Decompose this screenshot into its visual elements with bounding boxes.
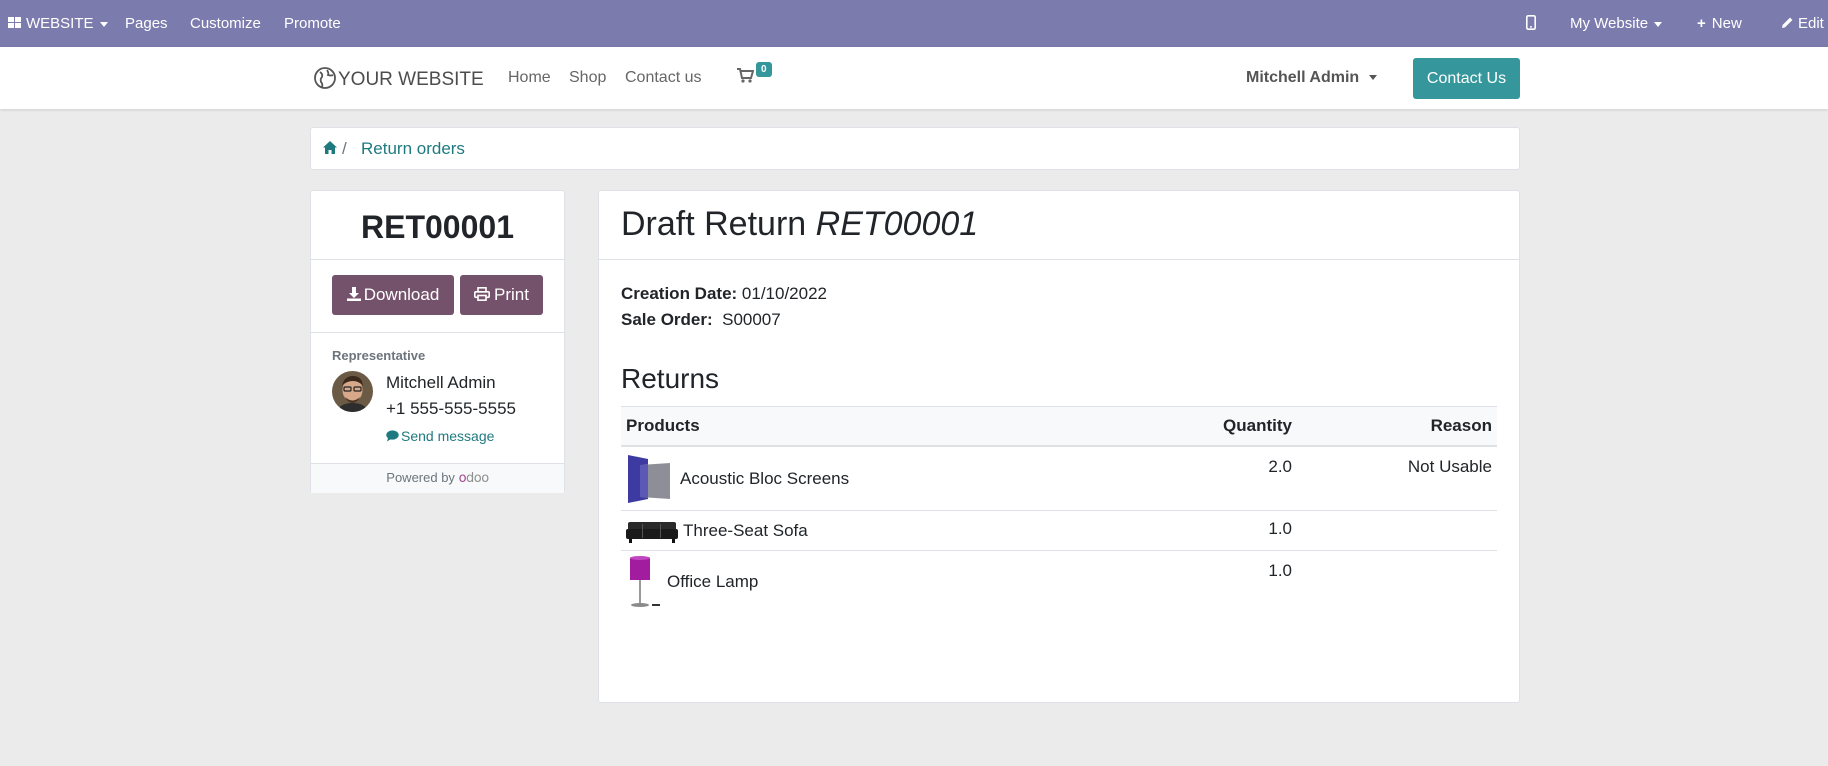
mobile-preview-button[interactable] [1526, 0, 1536, 47]
breadcrumb-return-orders[interactable]: Return orders [361, 139, 465, 159]
print-label: Print [494, 285, 529, 304]
representative-name: Mitchell Admin [386, 373, 496, 392]
quantity-cell: 2.0 [1137, 446, 1297, 511]
logo-text: YOUR WEBSITE [338, 69, 484, 90]
contact-us-button[interactable]: Contact Us [1413, 58, 1520, 99]
reason-cell [1297, 551, 1497, 614]
cart-icon [737, 68, 755, 83]
edit-button[interactable]: Edit [1781, 0, 1824, 47]
quantity-cell: 1.0 [1137, 510, 1297, 551]
chevron-down-icon [99, 21, 108, 27]
reason-cell: Not Usable [1297, 446, 1497, 511]
printer-icon [474, 287, 491, 301]
creation-date-row: Creation Date: 01/10/2022 [621, 284, 827, 304]
send-message-label: Send message [401, 428, 495, 444]
title-status: Draft Return [621, 205, 807, 243]
returns-table: Products Quantity Reason Acoustic Bloc S… [621, 406, 1497, 613]
comment-icon [386, 430, 399, 442]
new-label: New [1711, 15, 1742, 32]
product-name: Acoustic Bloc Screens [680, 468, 850, 488]
powered-by-label: Powered by [386, 470, 455, 485]
quantity-cell: 1.0 [1268, 561, 1292, 580]
return-detail-card: Draft Return RET00001 Creation Date: 01/… [598, 190, 1520, 703]
title-reference: RET00001 [815, 205, 979, 243]
divider [311, 332, 564, 333]
apps-grid-icon [8, 17, 22, 29]
product-cell: Three-Seat Sofa [621, 510, 1137, 551]
nav-shop[interactable]: Shop [569, 69, 606, 87]
divider [311, 259, 564, 260]
download-icon [346, 287, 361, 301]
page-title: Draft Return RET00001 [621, 205, 978, 244]
returns-heading: Returns [621, 363, 720, 394]
pencil-icon [1782, 17, 1793, 28]
product-name: Office Lamp [667, 572, 759, 591]
table-row: Acoustic Bloc Screens 2.0 Not Usable [621, 446, 1497, 511]
product-cell: Office Lamp [621, 551, 1137, 614]
user-name: Mitchell Admin [1246, 69, 1360, 86]
plus-icon: + [1697, 15, 1706, 32]
site-header: YOUR WEBSITE Home Shop Contact us 0 Mitc… [0, 47, 1828, 109]
sale-order-label: Sale Order: [621, 310, 713, 329]
table-row: Office Lamp 1.0 [621, 551, 1497, 614]
nav-home[interactable]: Home [508, 69, 551, 87]
pages-menu[interactable]: Pages [125, 0, 168, 47]
return-reference: RET00001 [361, 209, 514, 245]
promote-menu[interactable]: Promote [284, 0, 341, 47]
creation-date-label: Creation Date: [621, 284, 738, 303]
website-menu[interactable]: WEBSITE [8, 0, 108, 47]
product-image [630, 556, 660, 607]
representative-phone: +1 555-555-5555 [386, 399, 516, 418]
cart-count-badge: 0 [756, 62, 772, 77]
website-menu-label: WEBSITE [26, 15, 94, 32]
column-header-products: Products [621, 406, 1137, 447]
column-header-quantity: Quantity [1137, 406, 1297, 447]
table-row: Three-Seat Sofa 1.0 [621, 510, 1497, 551]
order-sidebar: RET00001 Download Print Representative M… [310, 190, 565, 493]
mobile-icon [1526, 15, 1536, 30]
edit-label: Edit [1798, 15, 1824, 32]
breadcrumb-separator: / [342, 139, 347, 158]
breadcrumb: / Return orders [310, 127, 1520, 170]
download-label: Download [363, 285, 440, 304]
user-menu[interactable]: Mitchell Admin [1246, 69, 1378, 87]
product-name: Three-Seat Sofa [683, 520, 808, 540]
sale-order-value: S00007 [722, 310, 781, 329]
my-website-label: My Website [1570, 15, 1649, 32]
send-message-link[interactable]: Send message [386, 428, 494, 444]
globe-icon [314, 67, 336, 89]
reason-cell [1297, 510, 1497, 551]
nav-contact-us[interactable]: Contact us [625, 69, 701, 87]
product-image [626, 521, 678, 543]
divider [599, 259, 1519, 260]
site-logo[interactable]: YOUR WEBSITE [314, 67, 484, 91]
download-button[interactable]: Download [332, 275, 454, 315]
chevron-down-icon [1654, 21, 1663, 27]
sale-order-row: Sale Order: S00007 [621, 310, 781, 330]
my-website-menu[interactable]: My Website [1570, 0, 1663, 47]
chevron-down-icon [1369, 75, 1378, 81]
new-button[interactable]: + New [1697, 0, 1742, 47]
odoo-logo[interactable]: odoo [459, 471, 490, 486]
powered-by-footer: Powered by odoo [311, 463, 564, 493]
cart-button[interactable]: 0 [737, 62, 772, 88]
product-cell: Acoustic Bloc Screens [621, 446, 1137, 511]
admin-bar: WEBSITE Pages Customize Promote My Websi… [0, 0, 1828, 47]
product-image [628, 454, 670, 503]
customize-menu[interactable]: Customize [190, 0, 261, 47]
representative-label: Representative [332, 348, 426, 363]
print-button[interactable]: Print [460, 275, 543, 315]
home-icon[interactable] [322, 140, 338, 155]
column-header-reason: Reason [1297, 406, 1497, 447]
avatar [332, 371, 373, 412]
creation-date-value: 01/10/2022 [741, 284, 828, 303]
